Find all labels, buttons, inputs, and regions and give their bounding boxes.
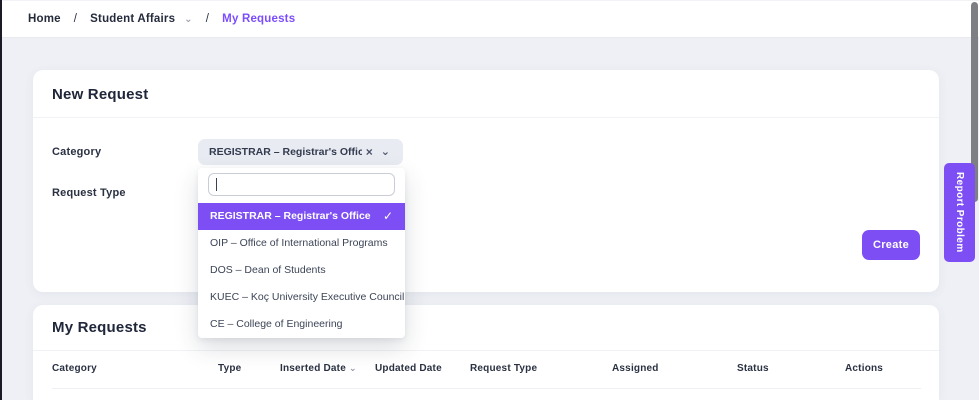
my-requests-title: My Requests — [52, 319, 147, 336]
category-option-list: REGISTRAR – Registrar's Office ✓ OIP – O… — [198, 203, 405, 338]
breadcrumb-item-my-requests[interactable]: My Requests — [222, 13, 295, 25]
request-type-field-label: Request Type — [52, 187, 126, 199]
category-option-label: REGISTRAR – Registrar's Office — [210, 210, 371, 222]
breadcrumb: Home / Student Affairs ⌄ / My Requests — [2, 0, 979, 38]
divider — [33, 117, 939, 118]
column-header-updated-date[interactable]: Updated Date — [375, 363, 442, 374]
category-search-input[interactable] — [208, 173, 395, 196]
category-option[interactable]: OIP – Office of International Programs — [198, 230, 405, 257]
breadcrumb-separator: / — [206, 13, 209, 25]
my-requests-card: My Requests Category Type Inserted Date⌄… — [33, 305, 939, 400]
category-option[interactable]: CE – College of Engineering — [198, 311, 405, 338]
column-header-actions[interactable]: Actions — [845, 363, 883, 374]
column-header-status[interactable]: Status — [737, 363, 769, 374]
new-request-card: New Request Category Request Type Create — [33, 70, 939, 292]
category-option[interactable]: KUEC – Koç University Executive Council — [198, 284, 405, 311]
column-header-category[interactable]: Category — [52, 363, 97, 374]
category-select[interactable]: REGISTRAR – Registrar's Office × ⌄ — [198, 139, 403, 165]
column-header-inserted-date[interactable]: Inserted Date⌄ — [280, 363, 357, 374]
app-screen: Home / Student Affairs ⌄ / My Requests N… — [0, 0, 979, 400]
breadcrumb-separator: / — [74, 13, 77, 25]
breadcrumb-item-student-affairs[interactable]: Student Affairs — [90, 13, 175, 25]
column-header-assigned[interactable]: Assigned — [612, 363, 659, 374]
category-option-label: DOS – Dean of Students — [210, 264, 326, 276]
category-field-label: Category — [52, 146, 101, 158]
column-header-request-type[interactable]: Request Type — [470, 363, 537, 374]
divider — [52, 388, 921, 389]
chevron-down-icon[interactable]: ⌄ — [184, 14, 193, 25]
create-button[interactable]: Create — [862, 230, 920, 260]
column-header-type[interactable]: Type — [218, 363, 241, 374]
breadcrumb-item-home[interactable]: Home — [28, 13, 61, 25]
sort-chevron-icon: ⌄ — [349, 363, 357, 373]
category-dropdown-panel: REGISTRAR – Registrar's Office ✓ OIP – O… — [198, 168, 405, 338]
divider — [33, 350, 939, 351]
category-option[interactable]: DOS – Dean of Students — [198, 257, 405, 284]
chevron-down-icon[interactable]: ⌄ — [377, 147, 394, 158]
clear-icon[interactable]: × — [362, 146, 377, 158]
check-icon: ✓ — [383, 203, 393, 230]
report-problem-tab[interactable]: Report Problem — [944, 163, 975, 262]
category-option-label: CE – College of Engineering — [210, 318, 343, 330]
column-header-inserted-date-label: Inserted Date — [280, 363, 346, 374]
category-select-value: REGISTRAR – Registrar's Office — [209, 146, 362, 158]
window-left-edge — [0, 0, 2, 400]
category-option-label: OIP – Office of International Programs — [210, 237, 388, 249]
category-option[interactable]: REGISTRAR – Registrar's Office ✓ — [198, 203, 405, 230]
text-caret — [216, 178, 217, 191]
new-request-title: New Request — [52, 86, 148, 103]
category-option-label: KUEC – Koç University Executive Council — [210, 291, 404, 303]
